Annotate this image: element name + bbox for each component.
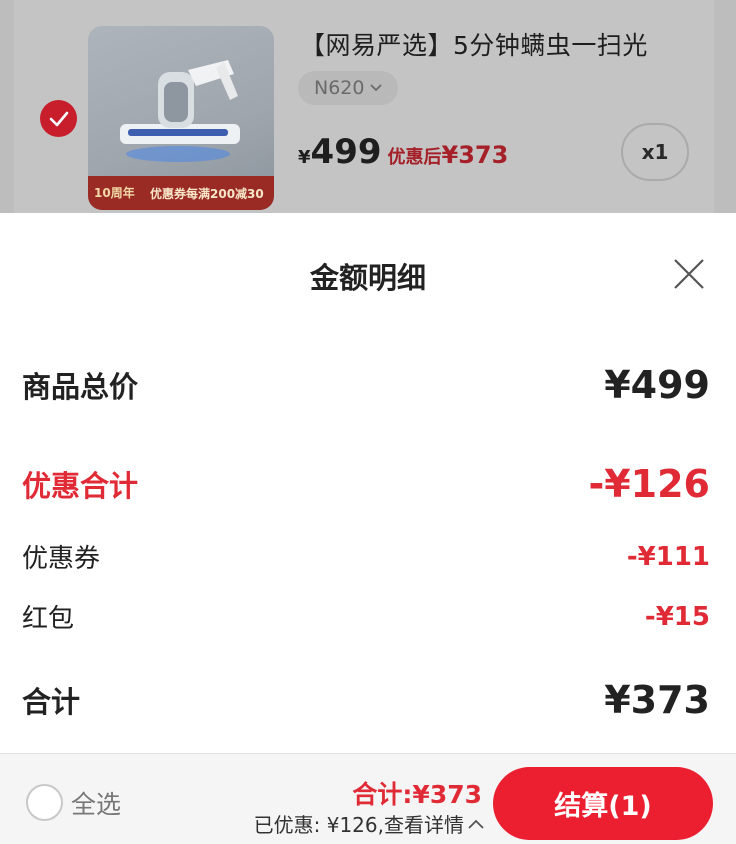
discount-total-value: -¥126: [588, 462, 710, 506]
discount-total-label: 优惠合计: [22, 469, 139, 503]
select-all-radio[interactable]: [26, 784, 63, 821]
coupon-label: 优惠券: [22, 544, 101, 574]
cart-overlay[interactable]: 10周年 优惠券每满200减30 【网易严选】5分钟螨虫一扫光 N620 ¥ 4…: [0, 0, 736, 213]
discount-details-link[interactable]: 已优惠: ¥126,查看详情: [254, 809, 484, 838]
bottom-action-bar: 全选 合计:¥373 已优惠: ¥126,查看详情 结算(1): [0, 753, 736, 844]
price-value: 499: [310, 132, 382, 172]
red-packet-row: 红包 -¥15: [22, 598, 710, 635]
price-currency: ¥: [298, 147, 311, 168]
after-discount-price: ¥373: [441, 141, 509, 169]
sheet-title: 金额明细: [309, 261, 426, 295]
chevron-down-icon: [370, 84, 383, 92]
quantity-button[interactable]: x1: [621, 123, 689, 181]
subtotal-value: ¥499: [604, 363, 710, 407]
close-button[interactable]: [668, 253, 710, 295]
product-title[interactable]: 【网易严选】5分钟螨虫一扫光: [300, 26, 648, 62]
after-discount-label: 优惠后: [387, 147, 442, 168]
check-icon: [49, 111, 68, 126]
amount-detail-sheet: 金额明细 商品总价 ¥499 优惠合计 -¥126 优惠券 -¥111 红包 -…: [0, 213, 736, 753]
coupon-value: -¥111: [626, 541, 710, 572]
select-all-label: 全选: [71, 789, 122, 819]
discount-details-text: 已优惠: ¥126,查看详情: [253, 813, 464, 837]
sku-label: N620: [314, 77, 365, 99]
close-icon: [674, 259, 704, 289]
total-row: 合计 ¥373: [22, 678, 710, 722]
chevron-up-icon: [468, 819, 484, 829]
total-label: 合计: [22, 685, 81, 719]
subtotal-row: 商品总价 ¥499: [22, 363, 710, 407]
coupon-row: 优惠券 -¥111: [22, 538, 710, 575]
total-value: ¥373: [604, 678, 710, 722]
promo-text: 优惠券每满200减30: [150, 186, 264, 201]
red-packet-label: 红包: [22, 604, 75, 634]
select-all-toggle[interactable]: 全选: [26, 784, 121, 821]
red-packet-value: -¥15: [644, 601, 710, 632]
subtotal-label: 商品总价: [22, 370, 139, 404]
checkout-button[interactable]: 结算(1): [493, 767, 713, 840]
bar-total: 合计:¥373: [352, 780, 482, 809]
promo-anniversary: 10周年: [94, 186, 135, 200]
vacuum-illustration: [120, 60, 240, 162]
promo-banner: 10周年 优惠券每满200减30: [88, 176, 274, 210]
sku-selector[interactable]: N620: [298, 71, 399, 105]
item-checkbox[interactable]: [40, 100, 77, 137]
discount-total-row: 优惠合计 -¥126: [22, 462, 710, 506]
product-image[interactable]: 10周年 优惠券每满200减30: [88, 26, 274, 210]
price-row: ¥ 499 优惠后 ¥373: [298, 132, 508, 172]
